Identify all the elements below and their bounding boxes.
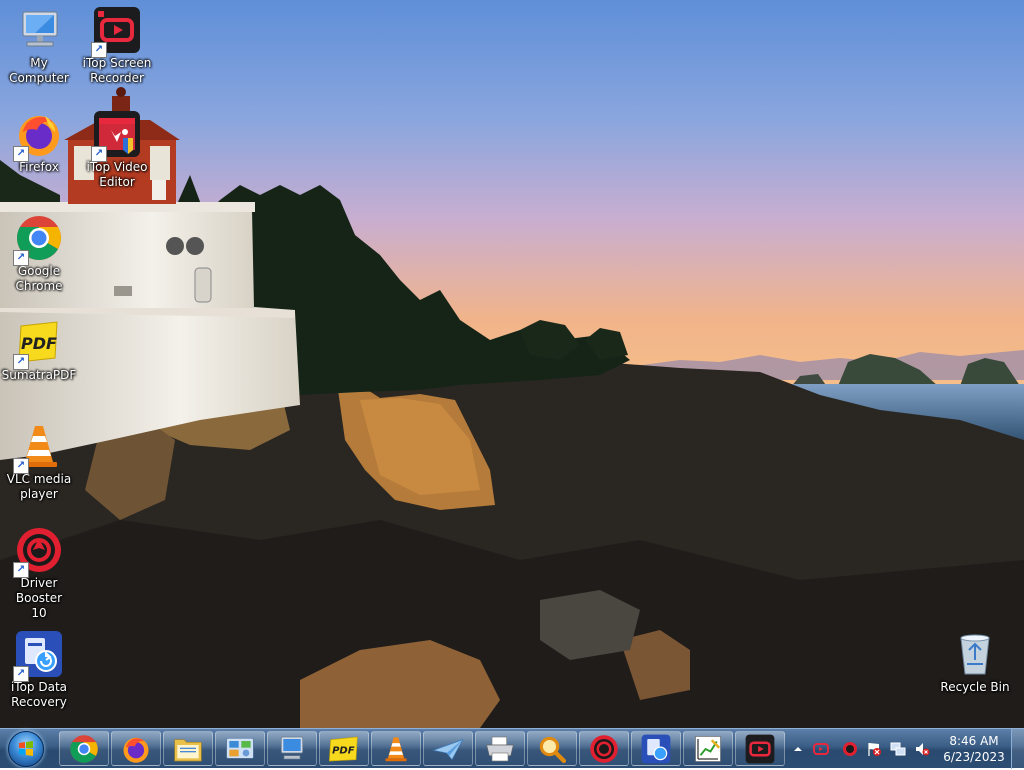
windows-logo-icon bbox=[8, 731, 44, 767]
shortcut-arrow-icon: ↗ bbox=[13, 354, 29, 370]
pdf-icon: PDF bbox=[328, 736, 358, 761]
pdf-logo-text: PDF bbox=[332, 745, 355, 756]
clock-date: 6/23/2023 bbox=[943, 750, 1005, 764]
network-icon[interactable] bbox=[890, 741, 906, 757]
desktop-icon-label: Recycle Bin bbox=[940, 680, 1010, 694]
desktop-icon-firefox[interactable]: ↗ Firefox bbox=[0, 110, 78, 175]
desktop-icon-itop-video-editor[interactable]: ↗ iTop Video Editor bbox=[78, 110, 156, 190]
desktop-icon-label: My Computer bbox=[9, 56, 69, 85]
volume-muted-icon[interactable] bbox=[914, 741, 930, 757]
computer-icon bbox=[281, 736, 303, 759]
data-recovery-icon bbox=[641, 734, 671, 763]
desktop-icon-google-chrome[interactable]: ↗ Google Chrome bbox=[0, 214, 78, 294]
desktop-icon-label: Firefox bbox=[19, 160, 59, 174]
chrome-icon bbox=[70, 734, 98, 763]
taskbar-my-computer[interactable] bbox=[267, 731, 317, 766]
taskbar-clock[interactable]: 8:46 AM 6/23/2023 bbox=[938, 733, 1010, 765]
desktop-icon-label: SumatraPDF bbox=[1, 368, 77, 382]
shortcut-arrow-icon: ↗ bbox=[13, 458, 29, 474]
show-desktop-button[interactable] bbox=[1011, 729, 1024, 769]
shortcut-arrow-icon: ↗ bbox=[13, 250, 29, 266]
taskbar-search-magnifier[interactable] bbox=[527, 731, 577, 766]
paper-plane-icon bbox=[432, 738, 464, 760]
control-panel-icon bbox=[226, 737, 254, 759]
taskbar-sumatrapdf[interactable]: PDF bbox=[319, 731, 369, 766]
taskbar: PDF 8:46 AM 6/23/2023 bbox=[0, 728, 1024, 769]
shortcut-arrow-icon: ↗ bbox=[13, 146, 29, 162]
desktop-icon-label: iTop Data Recovery bbox=[10, 680, 68, 709]
taskbar-chrome[interactable] bbox=[59, 731, 109, 766]
taskbar-printer[interactable] bbox=[475, 731, 525, 766]
taskbar-vlc[interactable] bbox=[371, 731, 421, 766]
shortcut-arrow-icon: ↗ bbox=[91, 146, 107, 162]
action-center-flag-icon[interactable] bbox=[866, 741, 882, 757]
taskbar-itop-data-recovery[interactable] bbox=[631, 731, 681, 766]
desktop-icon-recycle-bin[interactable]: Recycle Bin bbox=[936, 630, 1014, 695]
file-explorer-icon bbox=[174, 738, 202, 761]
desktop-icon-itop-data-recovery[interactable]: ↗ iTop Data Recovery bbox=[0, 630, 78, 710]
taskbar-control-panel[interactable] bbox=[215, 731, 265, 766]
taskbar-itop-screen-recorder[interactable] bbox=[735, 731, 785, 766]
magnifier-icon bbox=[539, 736, 567, 763]
desktop-icon-label: iTop Screen Recorder bbox=[82, 56, 152, 85]
taskbar-file-explorer[interactable] bbox=[163, 731, 213, 766]
recycle-bin-icon bbox=[960, 634, 990, 675]
desktop-icon-label: Google Chrome bbox=[15, 264, 63, 293]
desktop-icon-sumatrapdf[interactable]: PDF ↗ SumatraPDF bbox=[0, 318, 78, 383]
screen-recorder-tray-icon[interactable] bbox=[813, 741, 829, 757]
shortcut-arrow-icon: ↗ bbox=[13, 666, 29, 682]
taskbar-chart-editor[interactable] bbox=[683, 731, 733, 766]
screen-recorder-icon bbox=[745, 734, 775, 763]
clock-time: 8:46 AM bbox=[949, 734, 999, 748]
desktop-icon-vlc-media-player[interactable]: ↗ VLC media player bbox=[0, 422, 78, 502]
desktop[interactable]: My Computer ↗ iTop Screen Recorder ↗ Fir… bbox=[0, 0, 1024, 728]
computer-icon bbox=[22, 11, 58, 47]
shortcut-arrow-icon: ↗ bbox=[91, 42, 107, 58]
driver-booster-tray-icon[interactable] bbox=[842, 741, 858, 757]
taskbar-driver-booster[interactable] bbox=[579, 731, 629, 766]
driver-booster-icon bbox=[590, 734, 618, 763]
desktop-icon-my-computer[interactable]: My Computer bbox=[0, 6, 78, 86]
chart-edit-icon bbox=[695, 735, 721, 762]
start-button[interactable] bbox=[4, 730, 48, 768]
desktop-icon-driver-booster[interactable]: ↗ Driver Booster 10 bbox=[0, 526, 78, 621]
taskbar-paper-plane-app[interactable] bbox=[423, 731, 473, 766]
taskbar-firefox[interactable] bbox=[111, 731, 161, 766]
desktop-icon-label: Driver Booster 10 bbox=[15, 576, 63, 620]
shortcut-arrow-icon: ↗ bbox=[13, 562, 29, 578]
desktop-icon-label: iTop Video Editor bbox=[86, 160, 148, 189]
desktop-icon-label: VLC media player bbox=[6, 472, 72, 501]
vlc-cone-icon bbox=[385, 736, 407, 761]
firefox-icon bbox=[123, 737, 149, 763]
show-hidden-icons-arrow[interactable] bbox=[790, 741, 806, 757]
desktop-icon-itop-screen-recorder[interactable]: ↗ iTop Screen Recorder bbox=[78, 6, 156, 86]
pdf-logo-text: PDF bbox=[21, 334, 57, 353]
printer-icon bbox=[486, 736, 514, 761]
